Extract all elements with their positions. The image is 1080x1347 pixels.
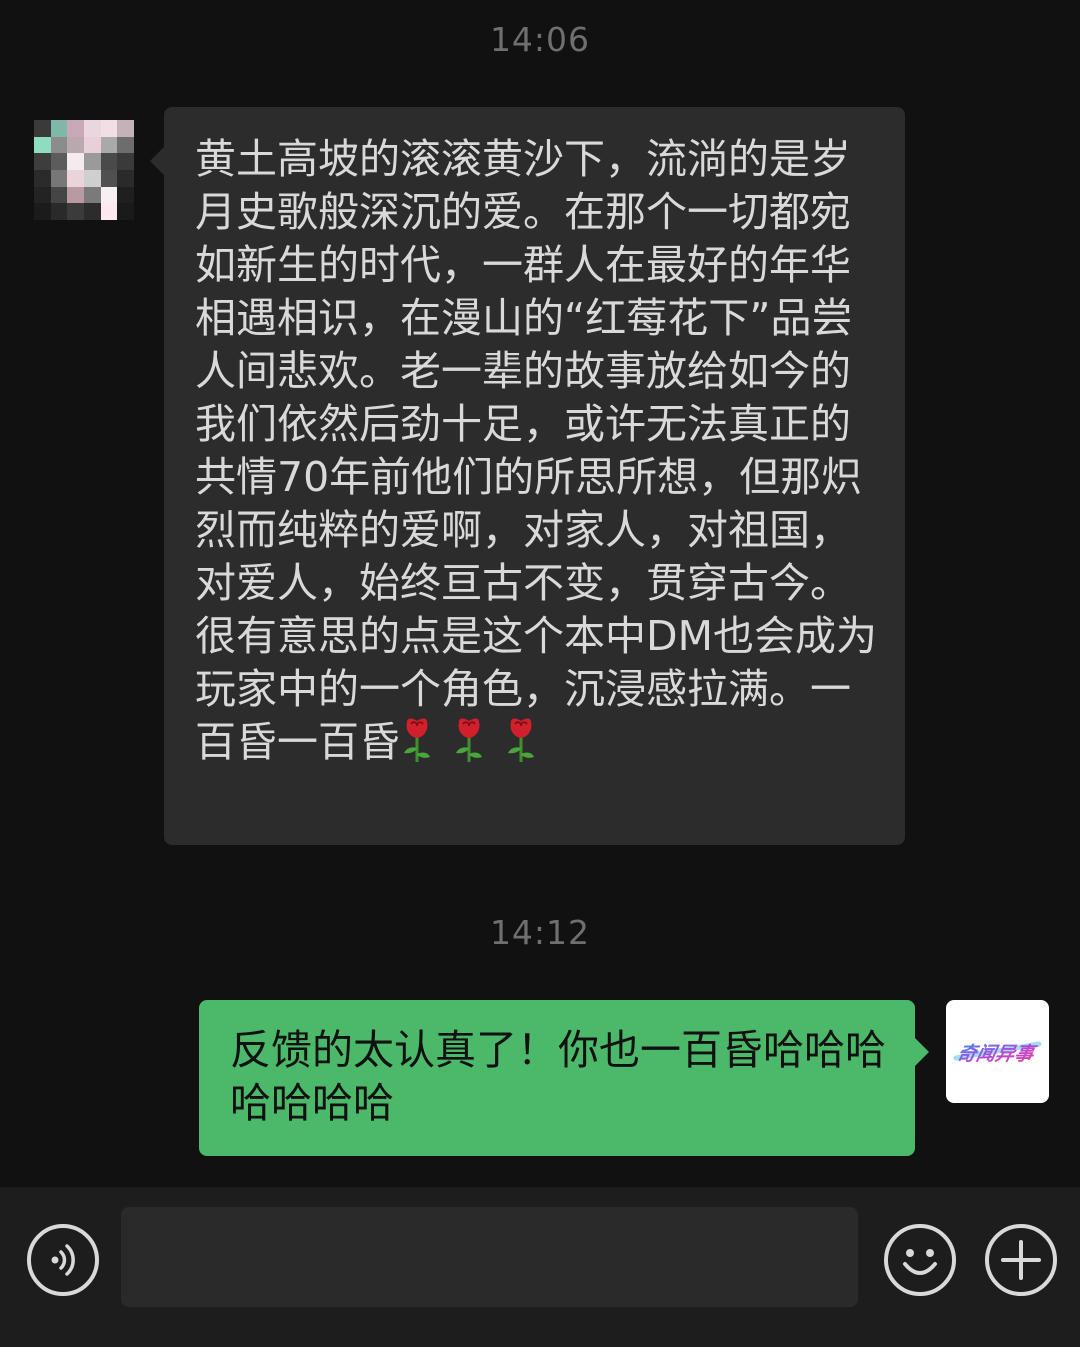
chat-area[interactable]: 14:06 黄土高坡的滚滚黄沙下，流淌的是岁月史歌般深沉的爱。在那个一切都宛如新…: [0, 0, 1080, 1187]
rose-icon: [452, 716, 486, 764]
outgoing-message-bubble[interactable]: 反馈的太认真了！你也一百昏哈哈哈哈哈哈哈: [199, 1000, 929, 1156]
more-button[interactable]: [985, 1224, 1057, 1296]
rose-icon: [400, 716, 434, 764]
input-bar: [0, 1187, 1080, 1347]
outgoing-message-text: 反馈的太认真了！你也一百昏哈哈哈哈哈哈哈: [230, 1026, 886, 1127]
logo-text: 奇闻异事: [955, 1042, 1040, 1065]
timestamp: 14:12: [489, 913, 591, 952]
logo-icon: 奇闻异事: [953, 1041, 1042, 1065]
rose-icon: [504, 716, 538, 764]
plus-icon: [1001, 1240, 1041, 1280]
timestamp: 14:06: [489, 20, 591, 59]
smiley-icon: [903, 1249, 937, 1275]
voice-icon: [51, 1244, 75, 1276]
my-avatar[interactable]: 奇闻异事: [946, 1000, 1049, 1103]
incoming-message-text: 黄土高坡的滚滚黄沙下，流淌的是岁月史歌般深沉的爱。在那个一切都宛如新生的时代，一…: [195, 135, 877, 766]
emoji-button[interactable]: [884, 1224, 956, 1296]
contact-avatar[interactable]: [34, 120, 134, 220]
message-input[interactable]: [121, 1207, 858, 1307]
voice-button[interactable]: [27, 1224, 99, 1296]
incoming-message-bubble[interactable]: 黄土高坡的滚滚黄沙下，流淌的是岁月史歌般深沉的爱。在那个一切都宛如新生的时代，一…: [150, 107, 905, 845]
